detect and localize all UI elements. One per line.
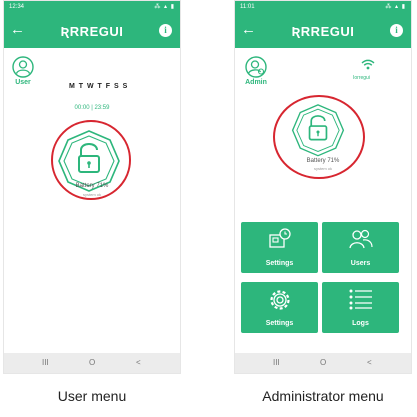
user-phone: 12:34 ⁂ ▴ ▮ ← ƦRREGUI i User M T W T F S… xyxy=(3,0,181,374)
brand-logo: ƦRREGUI xyxy=(60,24,124,39)
brand-logo: ƦRREGUI xyxy=(291,24,355,39)
status-bar: 11:01 ⁂ ▴ ▮ xyxy=(235,1,411,14)
admin-menu-caption: Administrator menu xyxy=(262,388,384,404)
role-label: User xyxy=(15,79,31,86)
app-bar: ← ƦRREGUI i xyxy=(4,14,180,48)
tile-label: Logs xyxy=(352,320,369,327)
system-nav-bar: III O < xyxy=(235,353,411,373)
info-icon[interactable]: i xyxy=(159,24,172,37)
tile-logs[interactable]: Logs xyxy=(322,282,399,333)
tile-label: Settings xyxy=(265,260,294,267)
recent-apps-button[interactable]: III xyxy=(42,358,49,367)
status-time: 12:34 xyxy=(9,4,25,10)
schedule-time: 00:00 | 23:59 xyxy=(74,105,110,111)
home-button[interactable]: O xyxy=(89,358,95,367)
admin-avatar[interactable]: Admin xyxy=(241,56,271,86)
tile-settings[interactable]: Settings xyxy=(241,282,318,333)
user-avatar[interactable]: User xyxy=(8,56,38,86)
status-time: 11:01 xyxy=(240,4,255,10)
list-icon xyxy=(349,289,372,310)
user-menu-caption: User menu xyxy=(57,388,127,404)
admin-phone: 11:01 ⁂ ▴ ▮ ← ƦRREGUI i Admin Iorregui B… xyxy=(234,0,412,374)
tile-users[interactable]: Users xyxy=(322,222,399,273)
app-bar: ← ƦRREGUI i xyxy=(235,14,411,48)
info-icon[interactable]: i xyxy=(390,24,403,37)
tile-label: Users xyxy=(350,260,371,267)
tile-label: Settings xyxy=(265,320,294,327)
home-button[interactable]: O xyxy=(320,358,326,367)
back-button[interactable]: < xyxy=(367,358,372,367)
status-icons: ⁂ ▴ ▮ xyxy=(154,4,175,10)
role-label: Admin xyxy=(245,79,267,86)
weekday-row: M T W T F S S xyxy=(69,83,129,90)
highlight-ring xyxy=(273,95,365,179)
recent-apps-button[interactable]: III xyxy=(273,358,280,367)
back-button[interactable]: < xyxy=(136,358,141,367)
system-nav-bar: III O < xyxy=(4,353,180,373)
highlight-ring xyxy=(51,120,131,200)
gear-icon xyxy=(269,290,290,310)
user-avatar-icon xyxy=(12,56,34,78)
device-settings-icon xyxy=(268,228,291,248)
tile-device-settings[interactable]: Settings xyxy=(241,222,318,273)
users-icon xyxy=(348,229,373,249)
admin-avatar-icon xyxy=(245,56,267,78)
network-name: Iorregui xyxy=(353,75,370,81)
status-bar: 12:34 ⁂ ▴ ▮ xyxy=(4,1,180,14)
wifi-icon xyxy=(361,59,375,70)
status-icons: ⁂ ▴ ▮ xyxy=(385,4,406,10)
